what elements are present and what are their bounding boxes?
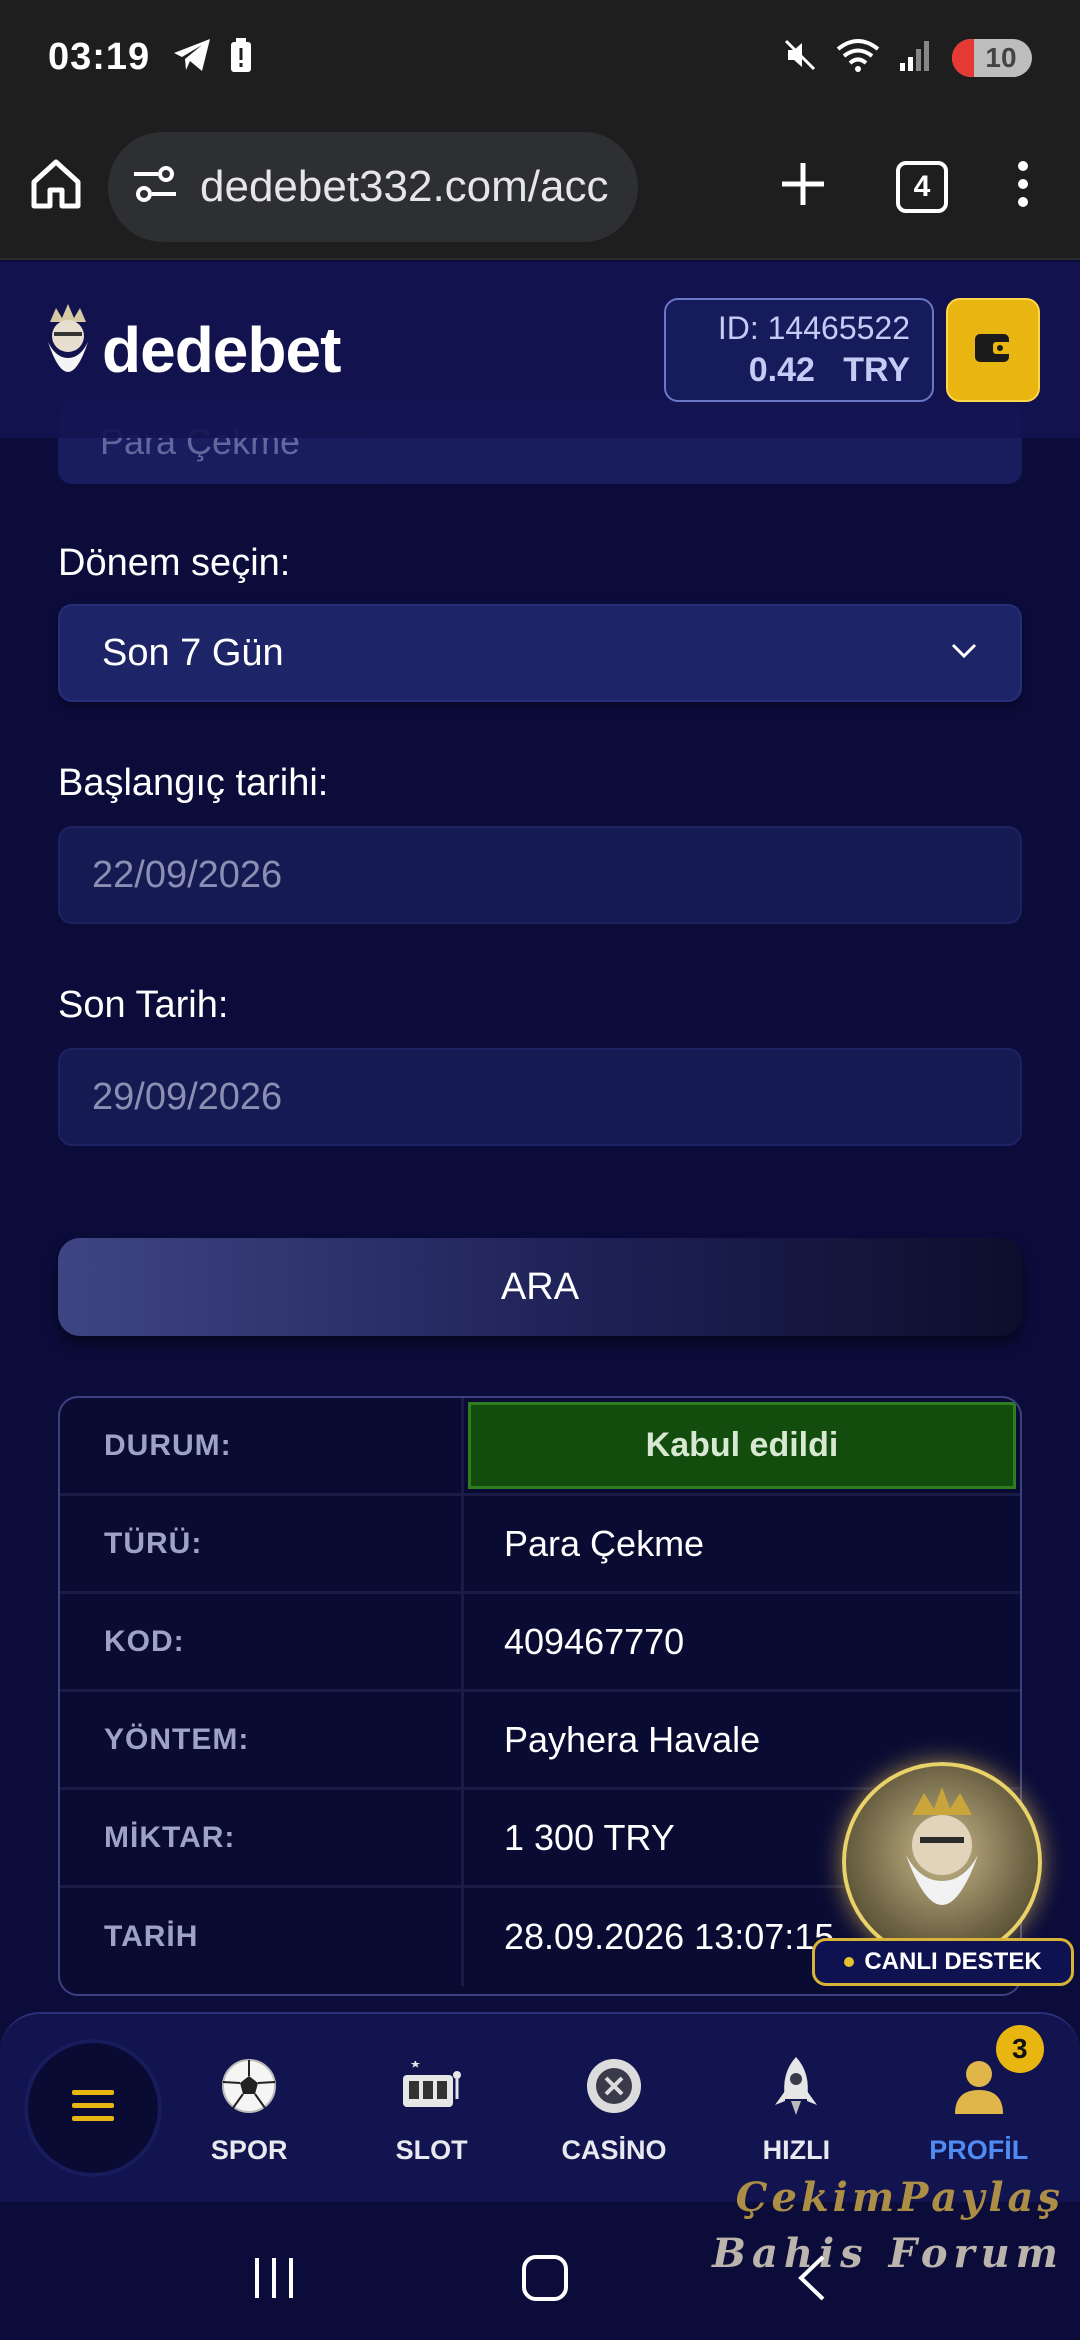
table-row: KOD: 409467770 [60, 1594, 1020, 1692]
row-key: MİKTAR: [60, 1790, 464, 1885]
new-tab-icon[interactable] [778, 159, 828, 214]
nav-item-profil[interactable]: 3 PROFİL [894, 2024, 1064, 2166]
account-balance: 0.42 TRY [748, 351, 910, 389]
start-date-label: Başlangıç tarihi: [58, 762, 329, 804]
telegram-icon [172, 37, 212, 78]
wifi-icon [836, 37, 880, 78]
url-text: dedebet332.com/acc [200, 161, 609, 211]
site-header: dedebet ID: 14465522 0.42 TRY [0, 262, 1080, 438]
nav-item-slot[interactable]: SLOT [347, 2051, 517, 2166]
site-logo[interactable]: dedebet [40, 302, 341, 399]
alert-battery-icon [230, 37, 252, 78]
table-row: TÜRÜ: Para Çekme [60, 1496, 1020, 1594]
rocket-icon [771, 2051, 821, 2121]
row-key: KOD: [60, 1594, 464, 1689]
home-button-icon[interactable] [520, 2253, 570, 2308]
browser-toolbar: dedebet332.com/acc 4 [0, 115, 1080, 260]
menu-button[interactable] [28, 2043, 158, 2173]
live-support-button[interactable]: CANLI DESTEK [812, 1762, 1074, 2024]
period-select[interactable]: Son 7 Gün [58, 604, 1022, 702]
status-time: 03:19 [48, 36, 151, 78]
king-mascot-icon [40, 302, 96, 399]
row-value: Para Çekme [504, 1522, 705, 1564]
support-label: CANLI DESTEK [812, 1938, 1074, 1986]
wallet-button[interactable] [946, 298, 1040, 402]
row-key: DURUM: [60, 1398, 464, 1493]
account-info[interactable]: ID: 14465522 0.42 TRY [664, 298, 934, 402]
address-bar[interactable]: dedebet332.com/acc [108, 131, 638, 242]
king-mascot-icon [882, 1785, 1002, 1940]
status-badge: Kabul edildi [468, 1402, 1016, 1489]
site-settings-icon[interactable] [132, 164, 178, 209]
home-icon[interactable] [28, 156, 84, 217]
nav-item-hizli[interactable]: HIZLI [711, 2051, 881, 2166]
more-options-icon[interactable] [1016, 159, 1030, 214]
casino-chip-icon [584, 2051, 644, 2121]
slot-machine-icon [401, 2051, 463, 2121]
status-bar: 03:19 10 [0, 0, 1080, 115]
support-avatar [842, 1762, 1042, 1962]
period-label: Dönem seçin: [58, 542, 291, 584]
system-navigation [0, 2220, 1080, 2340]
soccer-ball-icon [219, 2051, 279, 2121]
signal-icon [898, 37, 934, 78]
search-button[interactable]: ARA [58, 1238, 1022, 1336]
hamburger-menu-icon [72, 2089, 114, 2127]
nav-item-casino[interactable]: CASİNO [529, 2051, 699, 2166]
back-icon[interactable] [793, 2253, 829, 2308]
recent-apps-icon[interactable] [251, 2256, 297, 2305]
table-row: DURUM: Kabul edildi [60, 1398, 1020, 1496]
end-date-input[interactable]: 29/09/2026 [58, 1048, 1022, 1146]
row-value: 409467770 [504, 1620, 685, 1662]
tab-switcher-button[interactable]: 4 [896, 160, 948, 213]
chevron-down-icon [950, 642, 978, 665]
start-date-input[interactable]: 22/09/2026 [58, 826, 1022, 924]
battery-indicator: 10 [952, 38, 1032, 77]
period-value: Son 7 Gün [102, 631, 284, 674]
nav-item-spor[interactable]: SPOR [164, 2051, 334, 2166]
account-id: ID: 14465522 [717, 310, 910, 346]
wallet-icon [973, 330, 1013, 371]
end-date-label: Son Tarih: [58, 984, 229, 1026]
mute-icon [782, 37, 818, 78]
logo-text: dedebet [102, 314, 341, 386]
row-key: YÖNTEM: [60, 1692, 464, 1787]
notification-badge: 3 [995, 2024, 1044, 2073]
row-key: TARİH [60, 1888, 464, 1986]
row-key: TÜRÜ: [60, 1496, 464, 1591]
